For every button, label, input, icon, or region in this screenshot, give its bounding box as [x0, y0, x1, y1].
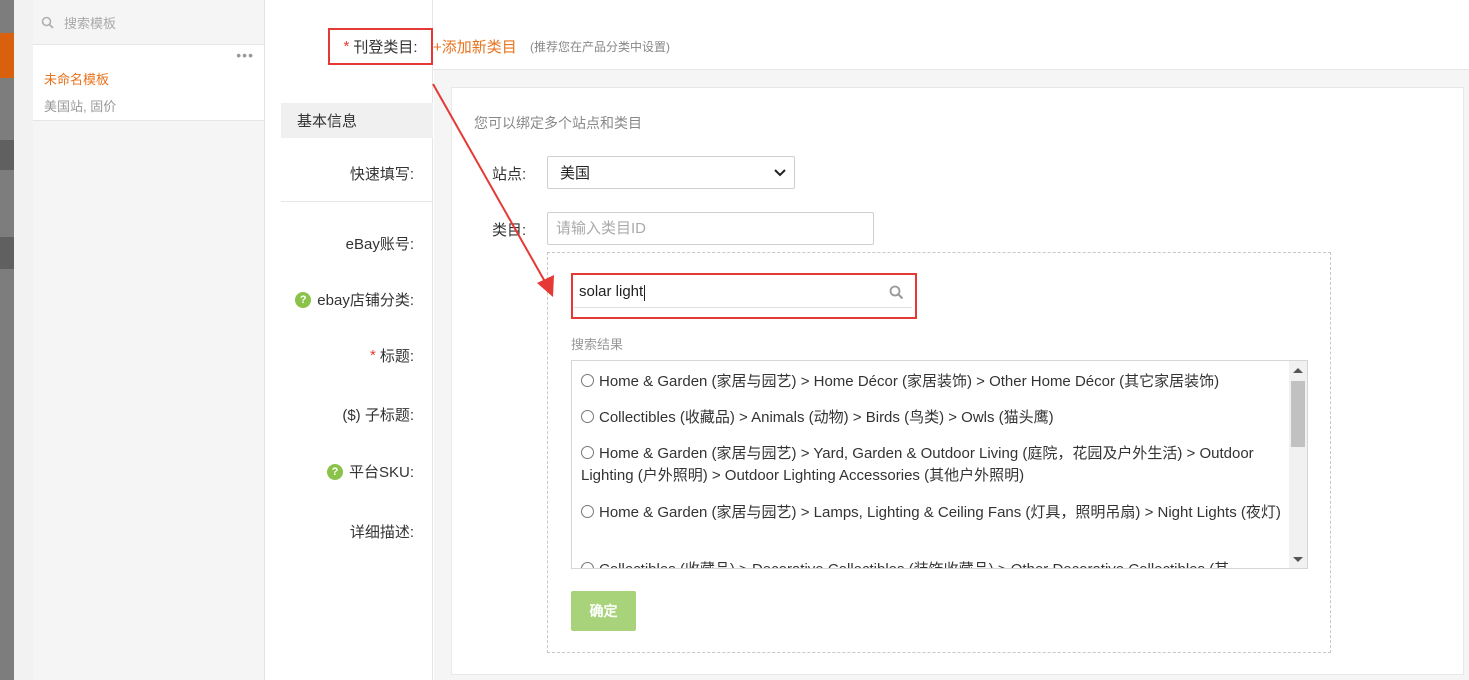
radio-button[interactable] — [581, 446, 594, 459]
required-mark: * — [369, 347, 376, 364]
result-text: Collectibles (收藏品) > Decorative Collecti… — [599, 561, 1229, 568]
template-name: 未命名模板 — [44, 72, 110, 87]
help-icon[interactable]: ? — [295, 291, 312, 308]
category-label: 刊登类目: — [353, 39, 418, 56]
chevron-down-icon — [774, 168, 786, 176]
radio-button[interactable] — [581, 562, 594, 568]
result-text: Home & Garden (家居与园艺) > Lamps, Lighting … — [599, 504, 1281, 521]
label-store-category: ? ebay店铺分类: — [295, 289, 414, 310]
label-quick-fill-text: 快速填写: — [349, 166, 414, 183]
label-ebay-account-text: eBay账号: — [345, 236, 414, 253]
template-search-placeholder: 搜索模板 — [64, 15, 117, 31]
label-subtitle-text: ($) 子标题: — [342, 407, 414, 424]
label-description-text: 详细描述: — [349, 524, 414, 541]
site-select[interactable]: 美国 — [547, 156, 795, 189]
confirm-button[interactable]: 确定 — [571, 591, 636, 631]
scroll-up-icon[interactable] — [1293, 368, 1303, 373]
label-description: 详细描述: — [350, 521, 414, 542]
required-mark: * — [343, 38, 350, 55]
template-list-item[interactable]: ••• 未命名模板 美国站, 固价 — [33, 45, 264, 121]
results-list[interactable]: Home & Garden (家居与园艺) > Home Décor (家居装饰… — [571, 360, 1308, 569]
category-id-label: 类目: — [492, 222, 527, 239]
divider — [281, 201, 433, 202]
radio-button[interactable] — [581, 410, 594, 423]
form-label-column: * 刊登类目: 基本信息 快速填写: eBay账号: ? ebay店铺分类: *… — [265, 0, 433, 680]
result-option[interactable]: Home & Garden (家居与园艺) > Home Décor (家居装饰… — [581, 371, 1281, 393]
sidebar-gap — [14, 0, 33, 680]
label-ebay-account: eBay账号: — [346, 233, 414, 254]
site-label: 站点: — [492, 166, 527, 183]
category-label-highlight: * 刊登类目: — [328, 28, 433, 65]
label-platform-sku-text: 平台SKU: — [348, 464, 414, 481]
scroll-down-icon[interactable] — [1293, 557, 1303, 562]
result-option[interactable]: Collectibles (收藏品) > Decorative Collecti… — [581, 559, 1281, 568]
radio-button[interactable] — [581, 505, 594, 518]
template-search[interactable]: 搜索模板 — [33, 0, 264, 45]
label-title-text: 标题: — [379, 348, 414, 365]
label-quick-fill: 快速填写: — [350, 163, 414, 184]
radio-button[interactable] — [581, 374, 594, 387]
category-id-input[interactable] — [547, 212, 874, 245]
site-select-value: 美国 — [560, 165, 591, 182]
section-basic-info[interactable]: 基本信息 — [281, 103, 433, 138]
result-option[interactable]: Home & Garden (家居与园艺) > Lamps, Lighting … — [581, 502, 1281, 524]
add-category-link[interactable]: +添加新类目 — [433, 36, 517, 57]
app-strip-block — [0, 140, 14, 170]
result-option[interactable]: Home & Garden (家居与园艺) > Yard, Garden & O… — [581, 443, 1281, 487]
result-text: Home & Garden (家居与园艺) > Home Décor (家居装饰… — [599, 373, 1220, 390]
more-options-icon[interactable]: ••• — [236, 47, 254, 63]
help-icon[interactable]: ? — [326, 463, 343, 480]
scrollbar-thumb[interactable] — [1291, 381, 1305, 447]
label-store-category-text: ebay店铺分类: — [317, 292, 414, 309]
template-sidebar: 搜索模板 ••• 未命名模板 美国站, 固价 — [33, 0, 265, 680]
label-platform-sku: ? 平台SKU: — [326, 461, 414, 482]
search-icon — [41, 16, 54, 29]
template-desc: 美国站, 固价 — [44, 99, 117, 114]
result-text: Collectibles (收藏品) > Animals (动物) > Bird… — [599, 409, 1054, 426]
label-subtitle: ($) 子标题: — [342, 404, 414, 425]
result-text: Home & Garden (家居与园艺) > Yard, Garden & O… — [581, 445, 1254, 484]
app-left-strip — [0, 0, 14, 680]
results-title: 搜索结果 — [571, 337, 624, 352]
app-strip-block — [0, 237, 14, 269]
app-strip-active-marker — [0, 33, 14, 78]
search-input-highlight — [571, 273, 917, 319]
results-scrollbar[interactable] — [1289, 361, 1307, 568]
panel-intro: 您可以绑定多个站点和类目 — [474, 115, 642, 131]
label-title: * 标题: — [370, 345, 414, 366]
add-category-hint: (推荐您在产品分类中设置) — [530, 40, 670, 54]
result-option[interactable]: Collectibles (收藏品) > Animals (动物) > Bird… — [581, 407, 1281, 429]
